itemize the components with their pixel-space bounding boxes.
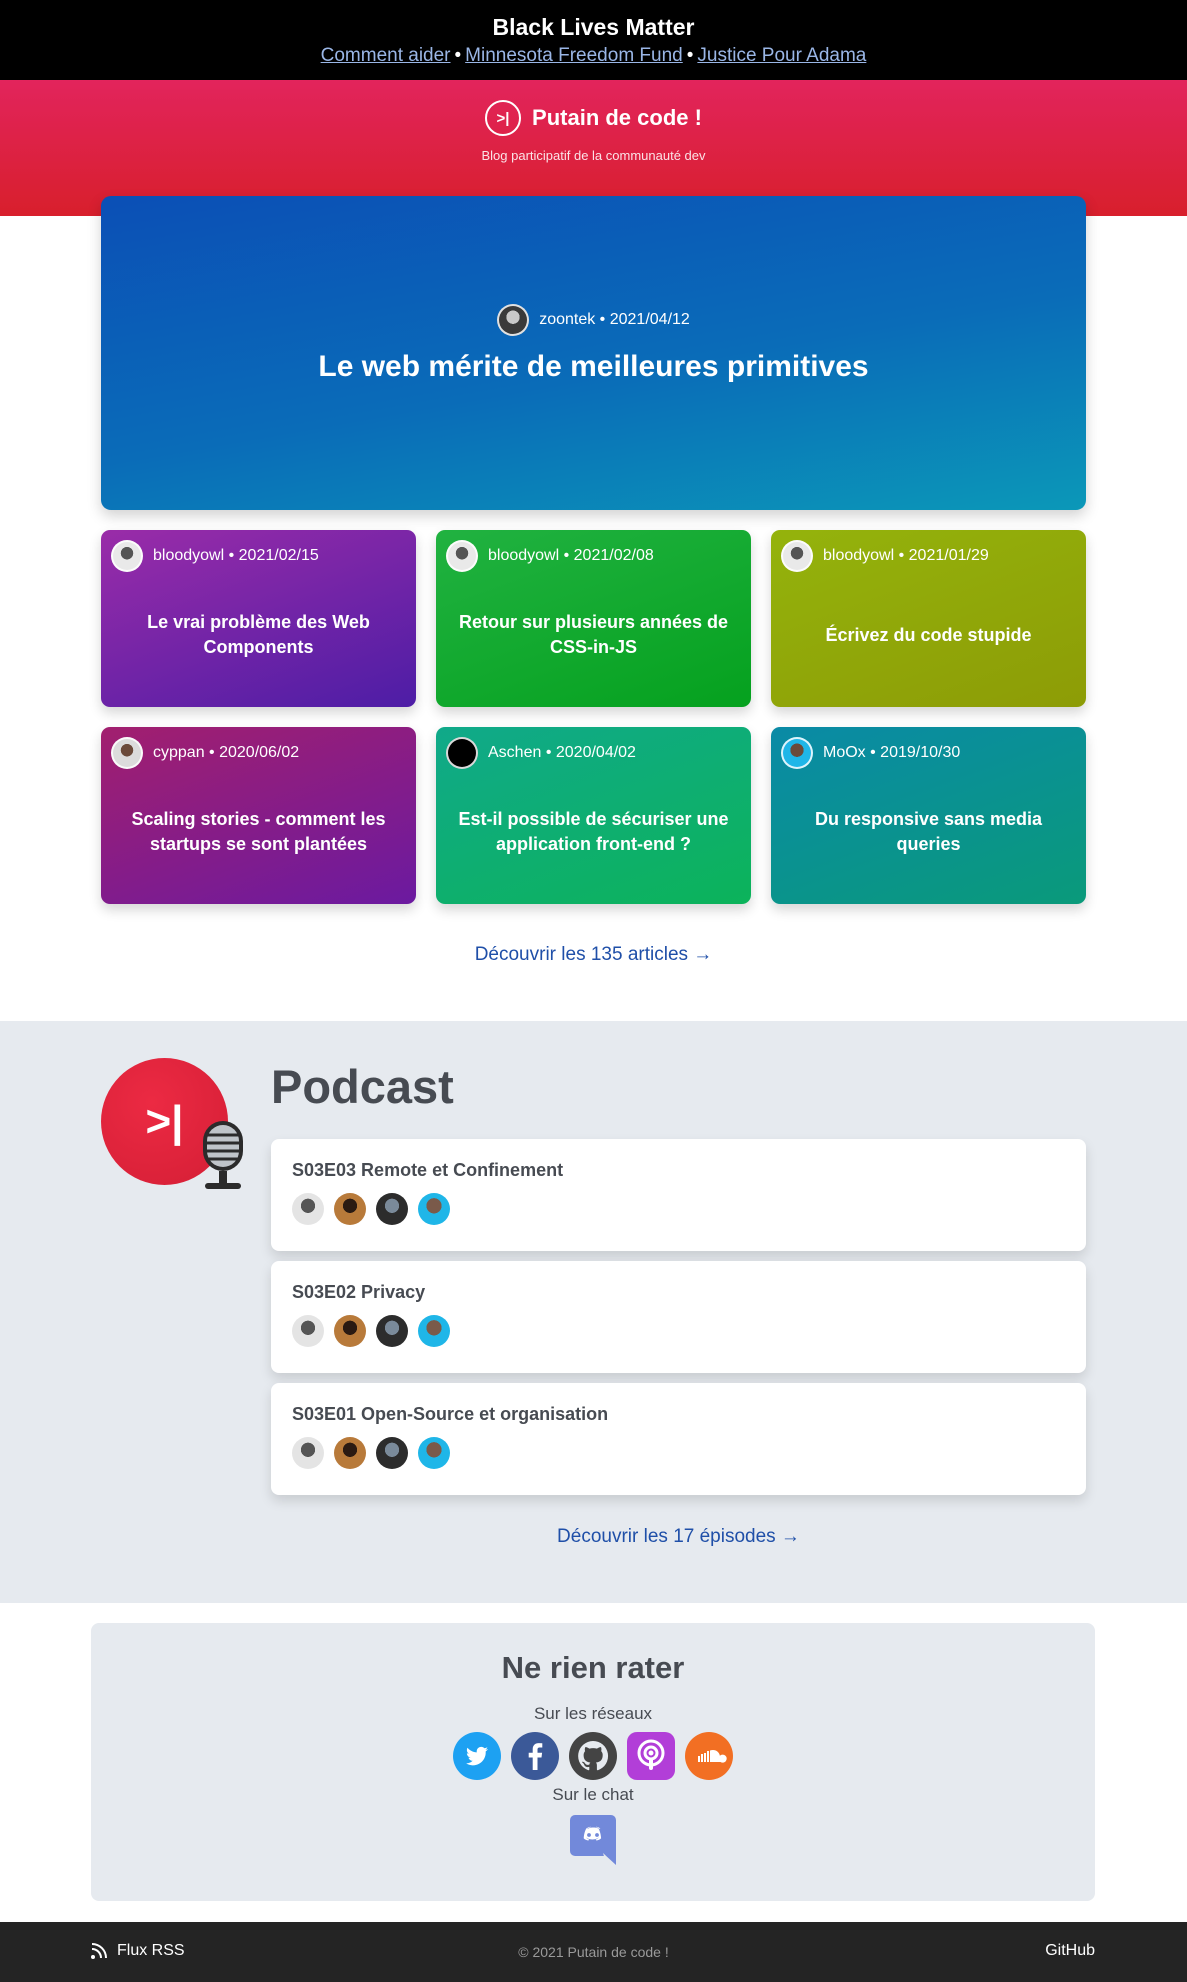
avatar [376,1193,408,1225]
avatar [292,1437,324,1469]
author-avatar [446,540,478,572]
avatar [334,1315,366,1347]
article-date: 2021/02/15 [238,547,319,564]
link-comment-aider[interactable]: Comment aider [321,45,451,66]
author-avatar [111,540,143,572]
avatar [418,1437,450,1469]
site-footer: Flux RSS © 2021 Putain de code ! GitHub [0,1922,1187,1982]
link-minnesota-freedom-fund[interactable]: Minnesota Freedom Fund [465,45,683,66]
article-meta: MoOx • 2019/10/30 [781,737,960,769]
article-date: 2020/06/02 [219,744,300,761]
article-card[interactable]: Aschen • 2020/04/02 Est-il possible de s… [436,727,751,904]
avatar [376,1315,408,1347]
article-meta: cyppan • 2020/06/02 [111,737,299,769]
article-meta: zoontek • 2021/04/12 [497,304,690,336]
blm-title: Black Lives Matter [492,14,695,40]
episode-title: S03E03 Remote et Confinement [292,1160,564,1180]
podcast-section: >| Podcast S03E03 Remote et Confinement … [0,1021,1187,1603]
article-title: Écrivez du code stupide [825,624,1032,645]
article-meta: bloodyowl • 2021/02/15 [111,540,319,572]
social-label: Sur les réseaux [533,1704,653,1723]
article-date: 2021/02/08 [573,547,654,564]
article-meta: Aschen • 2020/04/02 [446,737,636,769]
brand-home-link[interactable]: >| Putain de code ! [485,100,702,136]
episode-card[interactable]: S03E03 Remote et Confinement [271,1139,1086,1251]
blm-banner: Black Lives Matter Comment aider • Minneso… [0,0,1187,80]
article-title: Du responsive sans media queries [814,809,1043,854]
article-date: 2019/10/30 [880,744,961,761]
blm-links: Comment aider • Minnesota Freedom Fund • Jus… [0,43,1187,69]
avatar [334,1437,366,1469]
author-name: zoontek [539,311,596,328]
article-date: 2021/01/29 [908,547,989,564]
microphone-icon [203,1121,243,1189]
avatar [292,1315,324,1347]
avatar [376,1437,408,1469]
avatar [418,1193,450,1225]
article-meta: bloodyowl • 2021/01/29 [781,540,989,572]
article-card[interactable]: bloodyowl • 2021/02/08 Retour sur plusie… [436,530,751,707]
logo-icon: >| [485,100,522,136]
github-icon[interactable] [569,1732,617,1780]
article-card[interactable]: bloodyowl • 2021/01/29 Écrivez du code s… [771,530,1086,707]
featured-article-card[interactable]: zoontek • 2021/04/12 Le web mérite de me… [101,196,1086,510]
tagline: Blog participatif de la communauté dev [481,148,706,163]
article-title: Est-il possible de sécuriser une applica… [458,809,729,854]
podcast-title: Podcast [271,1060,454,1113]
author-avatar [497,304,530,336]
author-name: bloodyowl [488,547,560,564]
author-avatar [446,737,478,769]
episode-guests [292,1437,460,1469]
apple-podcasts-icon[interactable] [627,1732,675,1780]
article-card[interactable]: MoOx • 2019/10/30 Du responsive sans med… [771,727,1086,904]
article-date: 2021/04/12 [609,311,690,328]
twitter-icon[interactable] [453,1732,501,1780]
more-episodes-link[interactable]: Découvrir les 17 épisodes → [271,1526,1086,1548]
author-avatar [781,540,813,572]
article-title: Retour sur plusieurs années de CSS-in-JS [458,612,729,657]
author-name: MoOx [823,744,866,761]
brand-name: Putain de code ! [532,105,702,130]
episode-guests [292,1315,460,1347]
article-title: Scaling stories - comment les startups s… [131,809,386,854]
separator: • [686,45,694,66]
article-title: Le vrai problème des Web Components [147,612,370,657]
episode-card[interactable]: S03E02 Privacy [271,1261,1086,1373]
author-name: bloodyowl [823,547,895,564]
episode-guests [292,1193,460,1225]
author-name: Aschen [488,744,542,761]
article-card[interactable]: bloodyowl • 2021/02/15 Le vrai problème … [101,530,416,707]
author-avatar [781,737,813,769]
follow-section: Ne rien rater Sur les réseaux Sur le cha… [91,1623,1095,1901]
social-links [91,1732,1095,1780]
author-name: cyppan [153,744,205,761]
discord-icon[interactable] [91,1805,1095,1870]
chat-label: Sur le chat [552,1785,634,1804]
avatar [292,1193,324,1225]
separator: • [454,45,462,66]
avatar [418,1315,450,1347]
author-avatar [111,737,143,769]
episode-card[interactable]: S03E01 Open-Source et organisation [271,1383,1086,1495]
more-articles-link[interactable]: Découvrir les 135 articles → [0,944,1187,966]
featured-title: Le web mérite de meilleures primitives [318,350,869,383]
soundcloud-icon[interactable] [685,1732,733,1780]
episode-title: S03E02 Privacy [292,1282,426,1302]
facebook-icon[interactable] [511,1732,559,1780]
author-name: bloodyowl [153,547,225,564]
copyright: © 2021 Putain de code ! [518,1944,669,1960]
avatar [334,1193,366,1225]
article-card[interactable]: cyppan • 2020/06/02 Scaling stories - co… [101,727,416,904]
follow-title: Ne rien rater [501,1650,685,1685]
github-link[interactable]: GitHub [1045,1942,1095,1960]
link-justice-pour-adama[interactable]: Justice Pour Adama [697,45,866,66]
episode-title: S03E01 Open-Source et organisation [292,1404,609,1424]
article-date: 2020/04/02 [555,744,636,761]
article-meta: bloodyowl • 2021/02/08 [446,540,654,572]
